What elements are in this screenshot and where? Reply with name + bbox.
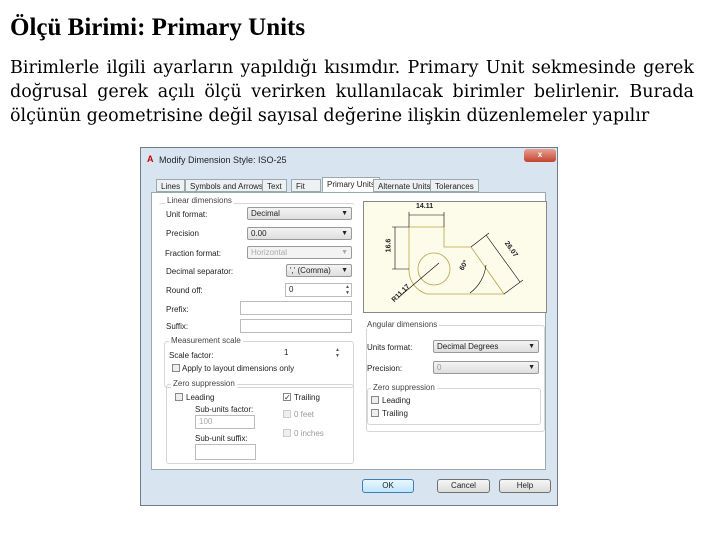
angular-dimensions-label: Angular dimensions bbox=[365, 320, 440, 329]
fraction-format-value: Horizontal bbox=[251, 248, 288, 257]
leading-label: Leading bbox=[186, 393, 215, 402]
slide-paragraph: Birimlerle ilgili ayarların yapıldığı kı… bbox=[10, 58, 694, 126]
angular-zero-suppression-group bbox=[367, 388, 541, 425]
fraction-format-label: Fraction format: bbox=[165, 249, 222, 258]
unit-format-label: Unit format: bbox=[166, 210, 208, 219]
cancel-button[interactable]: Cancel bbox=[437, 479, 490, 493]
angular-zero-suppression-label: Zero suppression bbox=[371, 383, 437, 392]
dimension-preview: 14.11 16.6 26.07 60° R11.17 bbox=[363, 201, 547, 313]
apply-layout-checkbox[interactable] bbox=[172, 364, 180, 372]
angular-leading-label: Leading bbox=[382, 396, 411, 405]
measurement-scale-label: Measurement scale bbox=[169, 336, 243, 345]
zero-feet-checkbox[interactable] bbox=[283, 410, 291, 418]
chevron-down-icon: ▼ bbox=[341, 230, 348, 237]
unit-format-value: Decimal bbox=[251, 209, 280, 218]
sub-unit-suffix-input[interactable] bbox=[195, 444, 256, 460]
sub-units-factor-label: Sub-units factor: bbox=[195, 405, 254, 414]
preview-dim-16-6: 16.6 bbox=[385, 238, 393, 253]
angular-units-format-select[interactable]: Decimal Degrees ▼ bbox=[433, 340, 539, 353]
title-bar: A Modify Dimension Style: ISO-25 x bbox=[141, 148, 557, 170]
angular-precision-select[interactable]: 0 ▼ bbox=[433, 361, 539, 374]
chevron-down-icon: ▼ bbox=[341, 210, 348, 217]
zero-suppression-label: Zero suppression bbox=[171, 379, 237, 388]
tab-lines[interactable]: Lines bbox=[156, 179, 186, 192]
precision-label: Precision bbox=[166, 229, 199, 238]
trailing-label: Trailing bbox=[294, 393, 320, 402]
preview-drawing bbox=[392, 212, 524, 298]
autocad-app-icon: A bbox=[147, 154, 154, 164]
zero-inches-label: 0 inches bbox=[294, 429, 324, 438]
zero-feet-label: 0 feet bbox=[294, 410, 315, 419]
decimal-separator-select[interactable]: ',' (Comma) ▼ bbox=[286, 264, 352, 277]
tab-tolerances[interactable]: Tolerances bbox=[430, 179, 479, 192]
precision-select[interactable]: 0.00 ▼ bbox=[247, 227, 352, 240]
scale-factor-value: 1 bbox=[284, 348, 289, 357]
sub-units-factor-spinner[interactable]: 100 bbox=[195, 415, 255, 429]
precision-value: 0.00 bbox=[251, 229, 267, 238]
chevron-down-icon: ▼ bbox=[528, 343, 535, 350]
modify-dimension-style-dialog: A Modify Dimension Style: ISO-25 x Lines… bbox=[140, 147, 558, 506]
decimal-separator-value: ',' (Comma) bbox=[290, 266, 331, 275]
ok-button[interactable]: OK bbox=[362, 479, 414, 493]
close-icon: x bbox=[537, 150, 543, 159]
tab-alternate-units[interactable]: Alternate Units bbox=[373, 179, 436, 192]
sub-unit-suffix-label: Sub-unit suffix: bbox=[195, 434, 248, 443]
round-off-value: 0 bbox=[289, 285, 294, 294]
decimal-separator-label: Decimal separator: bbox=[166, 267, 234, 276]
tab-symbols-arrows[interactable]: Symbols and Arrows bbox=[185, 179, 268, 192]
sub-units-factor-value: 100 bbox=[199, 417, 213, 426]
chevron-down-icon: ▼ bbox=[341, 267, 348, 274]
prefix-input[interactable] bbox=[240, 301, 352, 315]
preview-dim-14-11: 14.11 bbox=[416, 203, 434, 210]
zero-inches-checkbox[interactable] bbox=[283, 429, 291, 437]
angular-precision-label: Precision: bbox=[367, 364, 403, 373]
chevron-down-icon: ▼ bbox=[341, 249, 348, 256]
scale-factor-label: Scale factor: bbox=[169, 351, 214, 360]
suffix-input[interactable] bbox=[240, 319, 352, 333]
linear-dimensions-label: Linear dimensions bbox=[165, 196, 234, 205]
spinner-arrows-icon[interactable]: ▲ ▼ bbox=[345, 284, 350, 296]
trailing-checkbox[interactable]: ✓ bbox=[283, 393, 291, 402]
angular-units-format-label: Units format: bbox=[367, 343, 413, 352]
round-off-spinner[interactable]: 0 ▲ ▼ bbox=[285, 283, 352, 297]
angular-precision-value: 0 bbox=[437, 363, 442, 372]
close-button[interactable]: x bbox=[524, 149, 556, 162]
angular-leading-checkbox[interactable] bbox=[371, 396, 379, 404]
help-button[interactable]: Help bbox=[499, 479, 551, 493]
angular-units-format-value: Decimal Degrees bbox=[437, 342, 499, 351]
prefix-label: Prefix: bbox=[166, 305, 189, 314]
spinner-arrows-icon[interactable]: ▲ ▼ bbox=[335, 347, 340, 359]
angular-trailing-label: Trailing bbox=[382, 409, 408, 418]
scale-factor-spinner[interactable]: 1 ▲ ▼ bbox=[281, 347, 341, 361]
chevron-down-icon: ▼ bbox=[528, 364, 535, 371]
leading-checkbox[interactable] bbox=[175, 393, 183, 401]
suffix-label: Suffix: bbox=[166, 322, 189, 331]
tab-text[interactable]: Text bbox=[262, 179, 287, 192]
angular-trailing-checkbox[interactable] bbox=[371, 409, 379, 417]
fraction-format-select[interactable]: Horizontal ▼ bbox=[247, 246, 352, 259]
unit-format-select[interactable]: Decimal ▼ bbox=[247, 207, 352, 220]
dialog-title: Modify Dimension Style: ISO-25 bbox=[159, 155, 287, 165]
tab-fit[interactable]: Fit bbox=[291, 179, 321, 192]
apply-layout-label: Apply to layout dimensions only bbox=[182, 364, 295, 373]
tab-primary-units[interactable]: Primary Units bbox=[322, 177, 381, 193]
round-off-label: Round off: bbox=[166, 286, 203, 295]
slide-title: Ölçü Birimi: Primary Units bbox=[10, 14, 306, 41]
